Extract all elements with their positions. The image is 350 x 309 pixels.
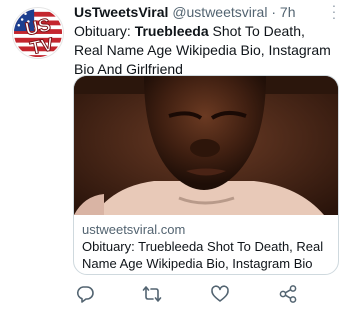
tweet-text-prefix: Obituary:: [74, 23, 135, 39]
avatar[interactable]: US TV: [12, 7, 64, 59]
handle[interactable]: @ustweetsviral: [172, 4, 267, 20]
separator: ·: [271, 4, 277, 20]
like-icon[interactable]: [210, 284, 230, 304]
card-title: Obituary: Truebleeda Shot To Death, Real…: [82, 239, 324, 274]
reply-icon[interactable]: [75, 284, 95, 304]
tweet-header: UsTweetsViral @ustweetsviral · 7h: [74, 4, 324, 21]
timestamp[interactable]: 7h: [280, 4, 296, 20]
action-bar: [0, 284, 350, 308]
card-image[interactable]: [74, 76, 338, 215]
card-domain: ustweetsviral.com: [82, 222, 186, 237]
portrait-photo: [74, 76, 338, 215]
retweet-icon[interactable]: [142, 284, 162, 304]
tweet-text-highlight: Truebleeda: [134, 23, 209, 39]
display-name[interactable]: UsTweetsViral: [74, 4, 168, 20]
share-icon[interactable]: [278, 284, 298, 304]
link-card[interactable]: ustweetsviral.com Obituary: Truebleeda S…: [73, 75, 339, 275]
more-options-icon[interactable]: · · ·: [326, 0, 342, 24]
us-tv-logo: US TV: [13, 8, 63, 58]
tweet-text: Obituary: Truebleeda Shot To Death, Real…: [74, 22, 336, 79]
